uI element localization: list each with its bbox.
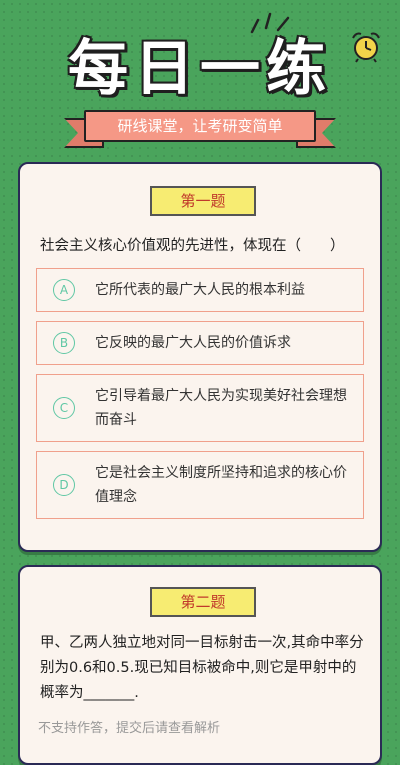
option-letter: A: [53, 279, 75, 301]
option-b[interactable]: B 它反映的最广大人民的价值诉求: [36, 321, 364, 365]
question-text: 甲、乙两人独立地对同一目标射击一次,其命中率分别为0.6和0.5.现已知目标被命…: [40, 635, 364, 701]
option-text: 它反映的最广大人民的价值诉求: [95, 335, 291, 351]
option-c[interactable]: C 它引导着最广大人民为实现美好社会理想而奋斗: [36, 374, 364, 442]
answer-note: 不支持作答，提交后请查看解析: [38, 721, 221, 736]
option-text: 它所代表的最广大人民的根本利益: [95, 282, 305, 298]
question-badge: 第二题: [150, 587, 256, 617]
page-title: 每日一练: [68, 34, 332, 104]
option-letter: D: [53, 474, 75, 496]
option-d[interactable]: D 它是社会主义制度所坚持和追求的核心价值理念: [36, 451, 364, 519]
alarm-clock-icon: [352, 32, 380, 63]
option-a[interactable]: A 它所代表的最广大人民的根本利益: [36, 268, 364, 312]
option-text: 它是社会主义制度所坚持和追求的核心价值理念: [95, 465, 347, 505]
option-letter: B: [53, 332, 75, 354]
subtitle-ribbon: 研线课堂，让考研变简单: [64, 108, 336, 154]
subtitle: 研线课堂，让考研变简单: [84, 110, 316, 142]
question-card-1: 第一题 社会主义核心价值观的先进性，体现在（ ） A 它所代表的最广大人民的根本…: [18, 162, 382, 552]
sparkle-icon: [250, 12, 290, 34]
question-badge: 第一题: [150, 186, 256, 216]
option-text: 它引导着最广大人民为实现美好社会理想而奋斗: [95, 388, 347, 428]
option-letter: C: [53, 397, 75, 419]
question-card-2: 第二题 甲、乙两人独立地对同一目标射击一次,其命中率分别为0.6和0.5.现已知…: [18, 565, 382, 765]
question-text: 社会主义核心价值观的先进性，体现在（ ）: [40, 238, 345, 254]
